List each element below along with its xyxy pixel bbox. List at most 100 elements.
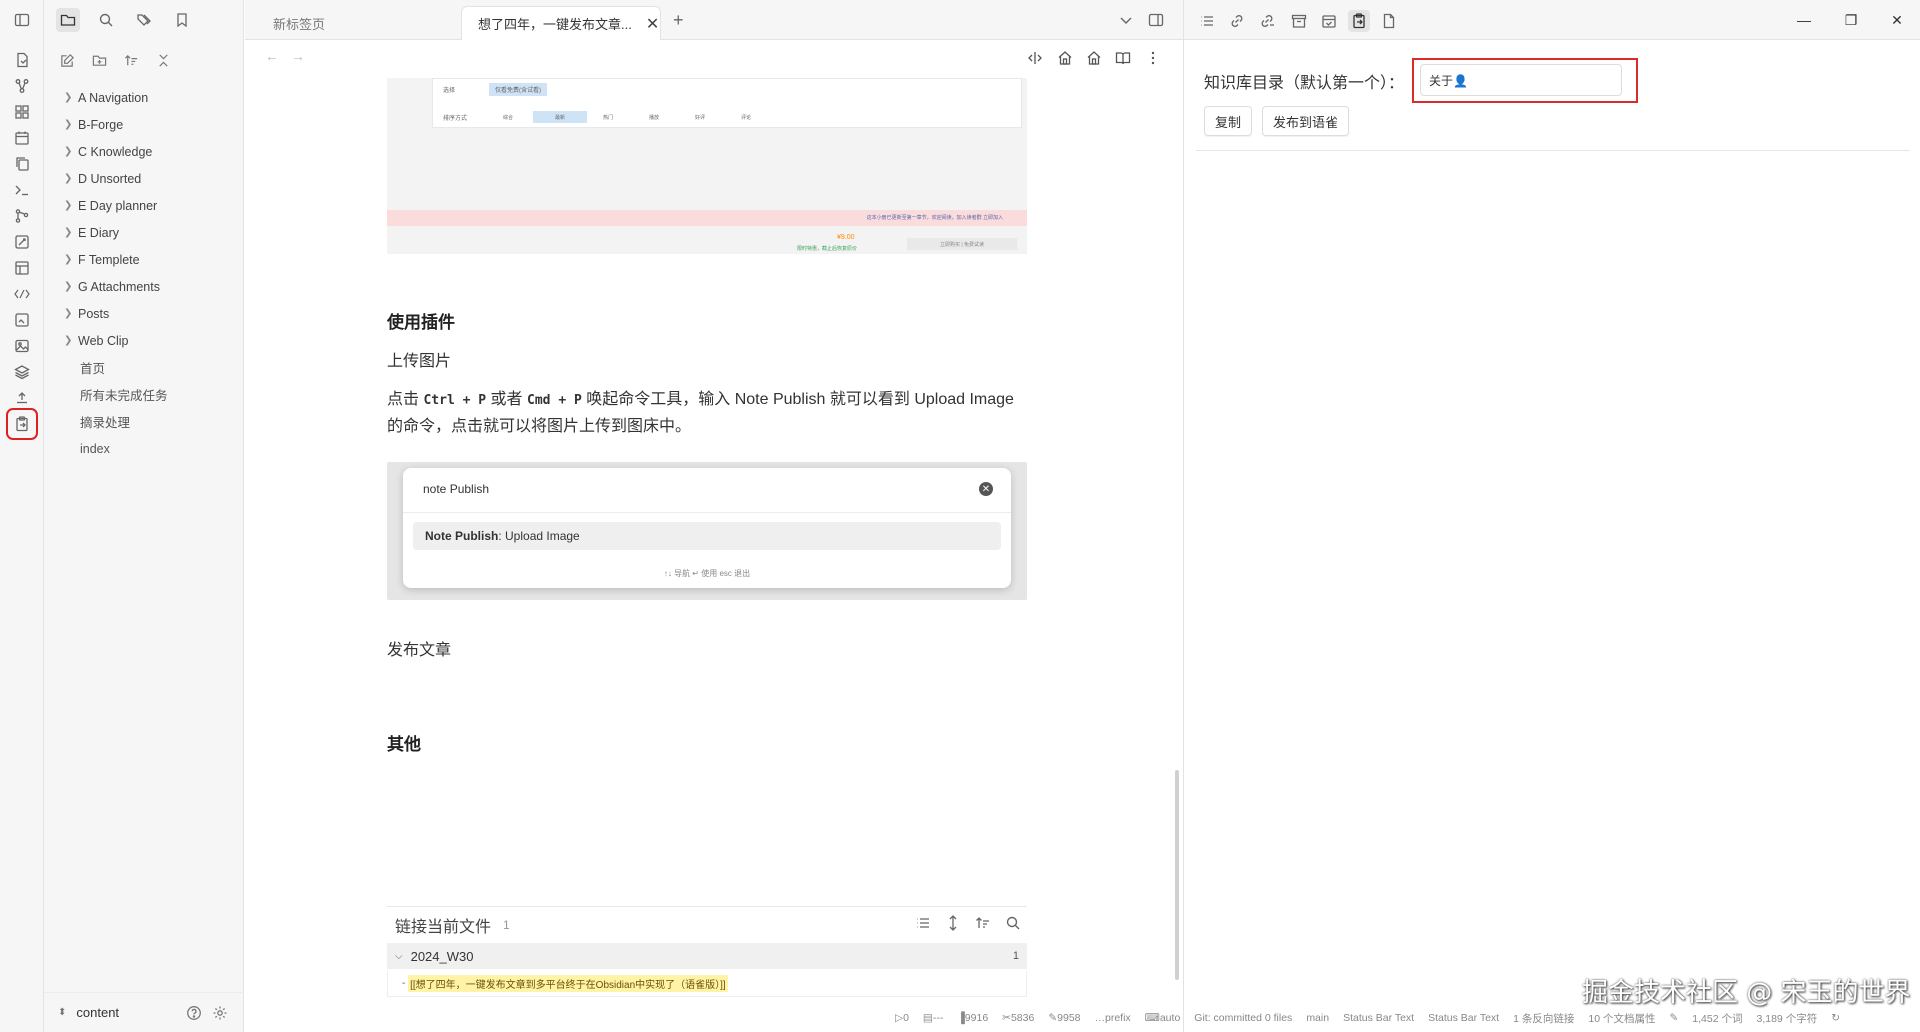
publish-to-yuque-button[interactable]: 发布到语雀 <box>1262 106 1350 136</box>
vault-switcher[interactable]: ⬍ content <box>58 1005 178 1020</box>
file-item[interactable]: 所有未完成任务 <box>44 381 243 408</box>
layers-icon[interactable] <box>11 361 33 383</box>
new-folder-icon[interactable] <box>90 51 108 69</box>
status-item[interactable]: …prefix <box>1095 1012 1131 1024</box>
heading-other: 其他 <box>387 735 421 754</box>
copy-icon[interactable] <box>11 153 33 175</box>
bookmark-icon[interactable] <box>170 8 194 32</box>
split-arrows-icon[interactable] <box>1027 50 1043 69</box>
back-arrow-icon[interactable]: ← <box>265 48 279 64</box>
files-tab-folder-icon[interactable] <box>56 8 80 32</box>
image-icon[interactable] <box>11 335 33 357</box>
chevron-right-icon: ❯ <box>64 200 73 211</box>
home-icon[interactable] <box>1057 50 1073 69</box>
sync-icon[interactable]: ↻ <box>1831 1012 1840 1024</box>
backlink-reference[interactable]: - [[想了四年，一键发布文章到多平台终于在Obsidian中实现了（语雀版）]… <box>387 971 1027 997</box>
folder-item[interactable]: ❯ Web Clip <box>44 327 243 354</box>
folder-item[interactable]: ❯ G Attachments <box>44 273 243 300</box>
search-icon[interactable] <box>1005 915 1021 936</box>
close-window-icon[interactable]: ✕ <box>1882 8 1912 32</box>
folder-item[interactable]: ❯ F Templete <box>44 246 243 273</box>
archive-icon[interactable] <box>1288 10 1310 32</box>
right-sidebar-toggle-icon[interactable] <box>1148 12 1164 31</box>
backlinks-count: 1 <box>503 918 510 932</box>
folder-item[interactable]: ❯ E Diary <box>44 219 243 246</box>
chevron-down-icon[interactable] <box>1118 12 1134 31</box>
sidebar-footer: ⬍ content <box>44 992 244 1032</box>
minimize-icon[interactable]: — <box>1789 8 1819 32</box>
tags-icon[interactable] <box>132 8 156 32</box>
file-item[interactable]: 首页 <box>44 354 243 381</box>
folder-item[interactable]: ❯ C Knowledge <box>44 138 243 165</box>
terminal-icon[interactable] <box>11 179 33 201</box>
folder-label: F Templete <box>78 252 140 267</box>
forward-arrow-icon[interactable]: → <box>291 48 305 64</box>
right-sidebar-publish-panel: — ❐ ✕ 知识库目录（默认第一个）： 复制 发布到语雀 <box>1183 0 1920 1032</box>
note-publish-tab-icon[interactable] <box>1348 10 1370 32</box>
backlink-group[interactable]: ⌵ 2024_W30 1 <box>387 943 1027 969</box>
file-open-icon[interactable] <box>11 49 33 71</box>
expand-vertical-icon[interactable] <box>945 914 961 936</box>
new-note-icon[interactable] <box>58 51 76 69</box>
folder-item[interactable]: ❯ Posts <box>44 300 243 327</box>
reading-view-book-icon[interactable] <box>1115 50 1131 69</box>
knowledge-base-input[interactable] <box>1420 64 1623 96</box>
tab-new[interactable]: 新标签页 <box>257 6 341 40</box>
backlink-link-text[interactable]: [[想了四年，一键发布文章到多平台终于在Obsidian中实现了（语雀版）]] <box>408 975 728 992</box>
upload-icon[interactable] <box>11 387 33 409</box>
graph-icon[interactable] <box>11 75 33 97</box>
close-icon[interactable]: ✕ <box>646 14 659 34</box>
status-item[interactable]: ▷0 <box>895 1012 909 1024</box>
new-tab-plus-icon[interactable]: + <box>673 10 684 31</box>
chevron-right-icon: ❯ <box>64 119 73 130</box>
outgoing-links-icon[interactable] <box>1226 10 1248 32</box>
sort-icon[interactable] <box>122 51 140 69</box>
status-item[interactable]: ▤--- <box>923 1012 943 1024</box>
folder-item[interactable]: ❯ D Unsorted <box>44 165 243 192</box>
tab-active-note[interactable]: 想了四年，一键发布文章... ✕ <box>461 6 661 40</box>
help-icon[interactable] <box>184 1003 204 1023</box>
edit-pencil-icon[interactable]: ✎ <box>1669 1012 1678 1024</box>
home-alt-icon[interactable] <box>1086 50 1102 69</box>
search-icon[interactable] <box>94 8 118 32</box>
layout-icon[interactable] <box>11 257 33 279</box>
status-item[interactable]: ▐9916 <box>957 1012 988 1024</box>
folder-label: Posts <box>78 306 110 321</box>
collapse-all-icon[interactable] <box>154 51 172 69</box>
copy-button[interactable]: 复制 <box>1204 106 1253 136</box>
settings-gear-icon[interactable] <box>210 1003 230 1023</box>
calendar-check-icon[interactable] <box>1318 10 1340 32</box>
template-icon[interactable] <box>11 283 33 305</box>
file-item[interactable]: 摘录处理 <box>44 408 243 435</box>
image-edit-icon[interactable] <box>11 309 33 331</box>
outline-list-icon[interactable] <box>1196 10 1218 32</box>
file-item[interactable]: index <box>44 435 243 462</box>
git-icon[interactable] <box>11 205 33 227</box>
properties-count-status[interactable]: 10 个文档属性 <box>1588 1011 1655 1026</box>
excalidraw-icon[interactable] <box>11 231 33 253</box>
editor-scrollbar[interactable] <box>1175 770 1179 980</box>
status-item[interactable]: ✎9958 <box>1048 1012 1080 1024</box>
restore-window-icon[interactable]: ❐ <box>1836 8 1866 32</box>
git-branch[interactable]: main <box>1306 1012 1329 1024</box>
canvas-icon[interactable] <box>11 101 33 123</box>
sidebar-toggle-icon[interactable] <box>11 9 33 31</box>
backlink-count-status[interactable]: 1 条反向链接 <box>1513 1011 1574 1026</box>
palette-result: Note Publish: Upload Image <box>413 522 1001 550</box>
calendar-icon[interactable] <box>11 127 33 149</box>
sort-icon[interactable] <box>975 915 991 936</box>
status-item[interactable]: ✂5836 <box>1002 1012 1034 1024</box>
backlinks-link-icon[interactable] <box>1256 10 1278 32</box>
status-item[interactable]: ⌨auto <box>1145 1012 1181 1024</box>
note-publish-icon[interactable] <box>6 408 38 440</box>
command-palette-image: note Publish ✕ Note Publish: Upload Imag… <box>403 468 1011 588</box>
folder-item[interactable]: ❯ E Day planner <box>44 192 243 219</box>
folder-item[interactable]: ❯ B-Forge <box>44 111 243 138</box>
more-options-icon[interactable] <box>1145 50 1161 69</box>
vault-name: content <box>76 1005 120 1020</box>
git-status[interactable]: Git: committed 0 files <box>1194 1012 1292 1024</box>
list-icon[interactable] <box>915 915 931 936</box>
file-icon[interactable] <box>1378 10 1400 32</box>
folder-item[interactable]: ❯ A Navigation <box>44 84 243 111</box>
folder-label: D Unsorted <box>78 171 142 186</box>
